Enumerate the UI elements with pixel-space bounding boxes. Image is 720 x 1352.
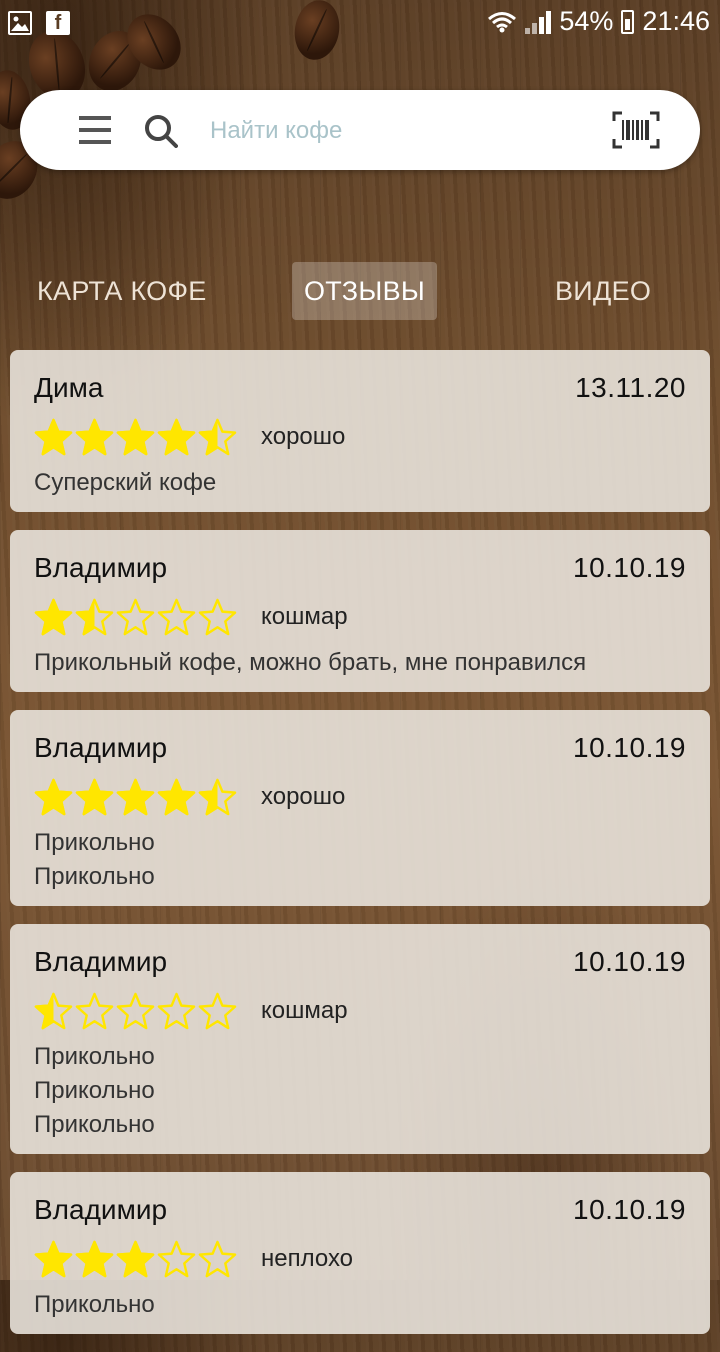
review-card[interactable]: Владимир 10.10.19 неплохо Прикольно: [10, 1172, 710, 1334]
review-date: 10.10.19: [573, 552, 686, 583]
review-date: 10.10.19: [573, 946, 686, 977]
star-full-icon: [116, 418, 155, 455]
star-rating: [34, 778, 237, 817]
review-author: Владимир: [34, 946, 168, 977]
gallery-notification-icon: [8, 11, 32, 35]
star-full-icon: [116, 778, 155, 815]
star-empty-icon: [157, 598, 196, 635]
star-half-icon: [198, 418, 237, 455]
review-card[interactable]: Дима 13.11.20 хорошо Суперский кофе: [10, 350, 710, 512]
review-author: Владимир: [34, 552, 168, 583]
tab-bar: КАРТА КОФЕ ОТЗЫВЫ ВИДЕО: [0, 262, 720, 320]
review-date: 13.11.20: [575, 372, 686, 403]
menu-icon[interactable]: [79, 116, 111, 144]
tab-coffee-map[interactable]: КАРТА КОФЕ: [37, 262, 207, 320]
tab-video[interactable]: ВИДЕО: [555, 262, 651, 320]
star-full-icon: [34, 598, 73, 635]
star-empty-icon: [198, 992, 237, 1029]
signal-icon: [525, 10, 552, 34]
star-half-icon: [75, 598, 114, 635]
review-author: Дима: [34, 372, 104, 403]
star-empty-icon: [75, 992, 114, 1029]
review-comment-line: Прикольный кофе, можно брать, мне понрав…: [34, 649, 587, 676]
facebook-notification-icon: f: [46, 11, 70, 35]
review-card[interactable]: Владимир 10.10.19 кошмар Прикольный кофе…: [10, 530, 710, 692]
search-input[interactable]: [208, 110, 592, 152]
review-date: 10.10.19: [573, 732, 686, 763]
star-full-icon: [116, 1240, 155, 1277]
rating-label: кошмар: [261, 603, 348, 630]
star-half-icon: [198, 778, 237, 815]
rating-label: кошмар: [261, 997, 348, 1024]
review-comment-line: Прикольно: [34, 1043, 155, 1070]
tab-reviews[interactable]: ОТЗЫВЫ: [292, 262, 438, 320]
review-date: 10.10.19: [573, 1194, 686, 1225]
star-full-icon: [34, 1240, 73, 1277]
status-bar: f 54% 21:46: [0, 0, 720, 50]
star-full-icon: [157, 778, 196, 815]
star-rating: [34, 598, 237, 637]
search-bar: [20, 90, 700, 170]
star-rating: [34, 1240, 237, 1279]
review-comment-line: Суперский кофе: [34, 469, 217, 496]
star-empty-icon: [116, 598, 155, 635]
review-comment-line: Прикольно: [34, 1291, 155, 1318]
star-empty-icon: [157, 1240, 196, 1277]
review-author: Владимир: [34, 1194, 168, 1225]
star-empty-icon: [116, 992, 155, 1029]
star-full-icon: [75, 418, 114, 455]
review-comment-line: Прикольно: [34, 1111, 155, 1138]
review-author: Владимир: [34, 732, 168, 763]
battery-percent: 54%: [559, 6, 614, 36]
rating-label: хорошо: [261, 783, 346, 810]
battery-icon: [621, 9, 635, 34]
star-full-icon: [75, 1240, 114, 1277]
review-comment-line: Прикольно: [34, 863, 155, 890]
review-comment-line: Прикольно: [34, 1077, 155, 1104]
rating-label: неплохо: [261, 1245, 354, 1272]
star-full-icon: [157, 418, 196, 455]
reviews-list: Дима 13.11.20 хорошо Суперский кофе Влад…: [10, 350, 710, 1352]
star-full-icon: [34, 778, 73, 815]
star-half-icon: [34, 992, 73, 1029]
review-comment-line: Прикольно: [34, 829, 155, 856]
clock: 21:46: [642, 6, 710, 36]
search-icon[interactable]: [144, 114, 178, 148]
star-full-icon: [75, 778, 114, 815]
barcode-scanner-icon[interactable]: [612, 111, 660, 149]
review-card[interactable]: Владимир 10.10.19 хорошо Прикольно Прико…: [10, 710, 710, 906]
star-empty-icon: [157, 992, 196, 1029]
rating-label: хорошо: [261, 423, 346, 450]
star-full-icon: [34, 418, 73, 455]
wifi-icon: [488, 11, 517, 32]
star-rating: [34, 418, 237, 457]
review-card[interactable]: Владимир 10.10.19 кошмар Прикольно Прико…: [10, 924, 710, 1154]
star-empty-icon: [198, 598, 237, 635]
star-empty-icon: [198, 1240, 237, 1277]
star-rating: [34, 992, 237, 1031]
